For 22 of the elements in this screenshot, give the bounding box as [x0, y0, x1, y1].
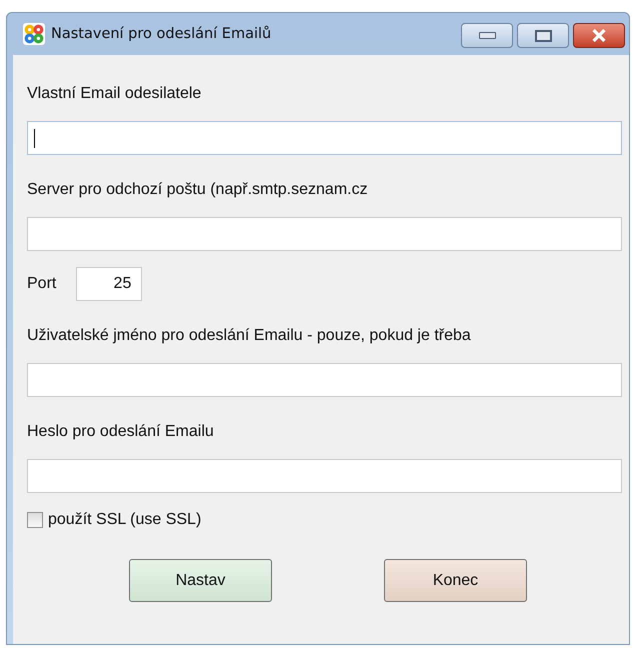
set-button[interactable]: Nastav [129, 559, 272, 602]
input-field[interactable] [27, 363, 622, 397]
input-field[interactable] [27, 121, 622, 155]
window-title: Nastavení pro odeslání Emailů [51, 26, 272, 42]
field-label: Server pro odchozí poštu (např.smtp.seznam.cz [27, 181, 369, 199]
close-icon [591, 29, 607, 42]
exit-button[interactable]: Konec [384, 559, 527, 602]
maximize-icon [534, 30, 552, 42]
port-label: Port [27, 275, 56, 293]
maximize-button[interactable] [517, 23, 569, 48]
field-label: Heslo pro odeslání Emailu [27, 423, 215, 441]
input-field[interactable] [27, 459, 622, 493]
field-label: Uživatelské jméno pro odeslání Emailu - pouze, pokud je třeba [27, 327, 472, 345]
gears-icon [23, 23, 45, 45]
field-label: Vlastní Email odesilatele [27, 85, 202, 103]
ssl-label: použít SSL (use SSL) [48, 511, 202, 529]
input-field[interactable] [27, 217, 622, 251]
close-button[interactable] [573, 23, 625, 48]
minimize-icon [478, 32, 496, 39]
ssl-checkbox[interactable] [27, 512, 43, 528]
minimize-button[interactable] [461, 23, 513, 48]
port-field[interactable]: 25 [76, 267, 142, 301]
